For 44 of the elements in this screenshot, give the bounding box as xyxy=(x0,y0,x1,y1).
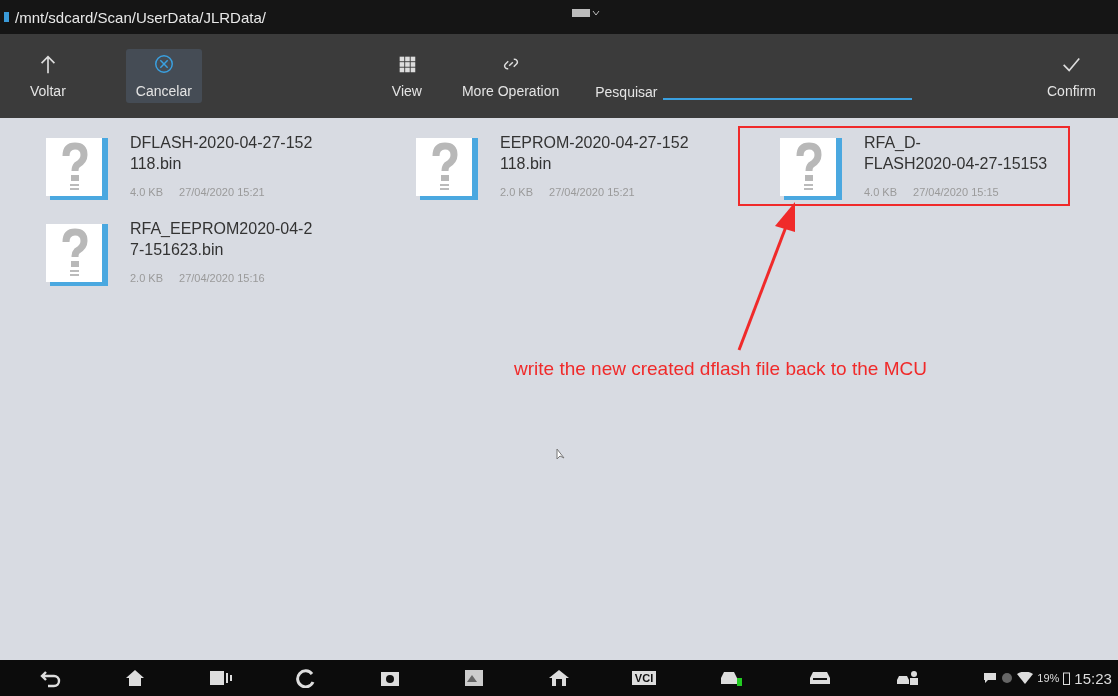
cancel-button[interactable]: Cancelar xyxy=(125,49,202,103)
file-item[interactable]: DFLASH-2020-04-27-152 118.bin 4.0 KB 27/04/2020 15:21 xyxy=(40,126,378,206)
cancel-icon xyxy=(152,53,175,75)
vci-button[interactable]: VCI xyxy=(631,671,657,685)
unknown-file-icon xyxy=(46,224,108,286)
file-date: 27/04/2020 15:21 xyxy=(179,186,265,198)
image-icon[interactable] xyxy=(463,668,486,688)
confirm-button[interactable]: Confirm xyxy=(1037,49,1106,103)
file-name: RFA_EEPROM2020-04-2 7-151623.bin xyxy=(130,219,313,260)
mouse-cursor-icon xyxy=(556,448,566,462)
file-date: 27/04/2020 15:16 xyxy=(179,272,265,284)
keyboard-icon xyxy=(572,8,602,18)
folder-path: /mnt/sdcard/Scan/UserData/JLRData/ xyxy=(15,8,266,26)
menu-icon xyxy=(4,12,9,22)
file-size: 2.0 KB xyxy=(500,186,534,198)
annotation-text: write the new created dflash file back to the MCU xyxy=(514,358,927,380)
file-size: 4.0 KB xyxy=(130,186,164,198)
search-label: Pesquisar xyxy=(595,84,658,100)
clock-time: 15:23 xyxy=(1074,669,1112,687)
circle-icon xyxy=(1001,672,1014,684)
recent-apps-icon[interactable] xyxy=(208,669,233,687)
battery-icon xyxy=(1063,671,1071,685)
more-operation-button[interactable]: More Operation xyxy=(451,49,570,103)
home-icon[interactable] xyxy=(547,668,570,688)
back-icon[interactable] xyxy=(40,668,62,688)
file-date: 27/04/2020 15:15 xyxy=(913,186,999,198)
file-item[interactable]: RFA_EEPROM2020-04-2 7-151623.bin 2.0 KB 27/04/2020 15:16 xyxy=(40,212,378,292)
file-item[interactable]: RFA_D- FLASH2020-04-27-15153 4.0 KB 27/04/2020 15:15 xyxy=(738,126,1070,206)
file-name: EEPROM-2020-04-27-152 118.bin xyxy=(500,133,689,174)
file-size: 2.0 KB xyxy=(130,272,164,284)
unknown-file-icon xyxy=(416,138,478,200)
back-button[interactable]: Voltar xyxy=(20,49,76,103)
view-button[interactable]: View xyxy=(381,49,432,103)
file-size: 4.0 KB xyxy=(864,186,898,198)
file-name: RFA_D- FLASH2020-04-27-15153 xyxy=(864,133,1048,174)
battery-percent: 19% xyxy=(1037,672,1060,684)
file-name: DFLASH-2020-04-27-152 118.bin xyxy=(130,133,313,174)
refresh-icon[interactable] xyxy=(294,668,317,688)
chat-icon xyxy=(983,672,998,684)
unknown-file-icon xyxy=(46,138,108,200)
unknown-file-icon xyxy=(780,138,842,200)
wifi-icon xyxy=(1017,672,1034,684)
car-person-icon[interactable] xyxy=(895,668,921,688)
file-date: 27/04/2020 15:21 xyxy=(549,186,635,198)
